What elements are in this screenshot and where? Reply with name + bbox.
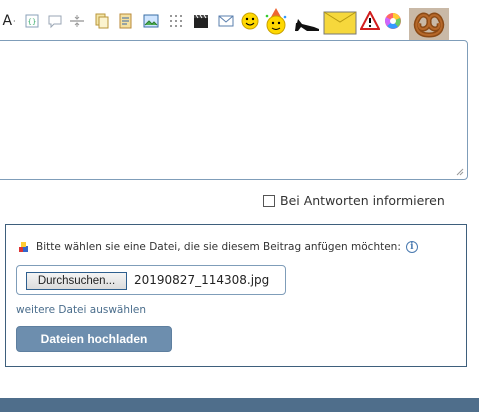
bottom-bar: [0, 398, 479, 412]
resize-grip-icon[interactable]: [456, 168, 464, 176]
attachment-prompt-row: Bitte wählen sie eine Datei, die sie die…: [18, 241, 418, 253]
upload-button[interactable]: Dateien hochladen: [16, 326, 172, 352]
attachment-icon: [19, 242, 28, 252]
selected-file-name: 20190827_114308.jpg: [134, 273, 270, 287]
grid-icon[interactable]: [168, 13, 184, 29]
envelope-icon[interactable]: [323, 10, 357, 36]
bbcode-icon[interactable]: {}: [24, 13, 40, 29]
notify-label: Bei Antworten informieren: [280, 193, 445, 208]
video-icon[interactable]: [193, 13, 209, 29]
color-wheel-icon[interactable]: [384, 12, 402, 30]
attachment-panel: Bitte wählen sie eine Datei, die sie die…: [5, 224, 467, 367]
notify-checkbox[interactable]: [263, 194, 275, 207]
info-icon[interactable]: i: [405, 241, 418, 253]
attachment-prompt: Bitte wählen sie eine Datei, die sie die…: [36, 241, 401, 253]
message-textarea[interactable]: [0, 40, 468, 180]
divider-icon[interactable]: [69, 13, 85, 29]
browse-button[interactable]: Durchsuchen...: [26, 272, 127, 290]
paste-icon[interactable]: [118, 13, 134, 29]
file-input[interactable]: Durchsuchen... 20190827_114308.jpg: [16, 265, 286, 295]
pretzel-icon[interactable]: [409, 8, 449, 40]
more-files-link[interactable]: weitere Datei auswählen: [16, 304, 146, 316]
image-icon[interactable]: [143, 13, 159, 29]
warning-icon[interactable]: [360, 11, 380, 31]
notify-row: Bei Antworten informieren: [263, 193, 445, 208]
editor-toolbar: A · {}: [0, 8, 479, 40]
smiley-icon[interactable]: [241, 12, 259, 30]
font-size-label: A: [2, 13, 13, 29]
font-size-suffix: ·: [13, 16, 16, 26]
party-smiley-icon[interactable]: [263, 8, 289, 36]
copy-icon[interactable]: [94, 13, 110, 29]
svg-text:{}: {}: [28, 18, 37, 26]
high-heel-icon[interactable]: [293, 11, 321, 33]
mail-icon[interactable]: [218, 13, 234, 29]
comment-icon[interactable]: [47, 13, 63, 29]
font-size-button[interactable]: A ·: [0, 11, 18, 31]
